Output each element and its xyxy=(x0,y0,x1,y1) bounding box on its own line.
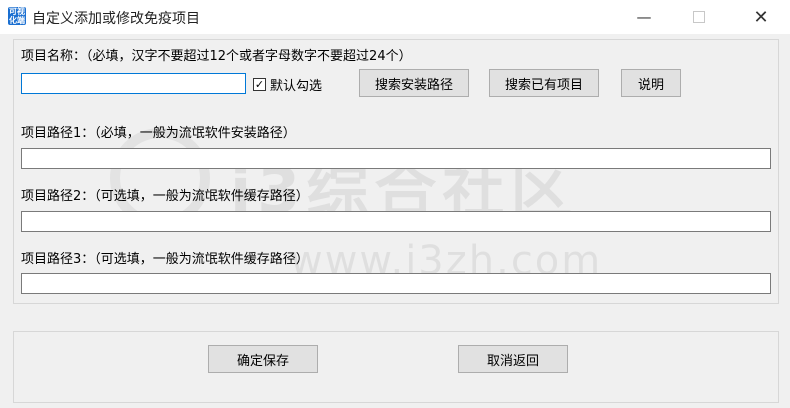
close-icon: ✕ xyxy=(753,6,769,28)
default-check-label: 默认勾选 xyxy=(270,79,323,94)
path2-label: 项目路径2：（可选填，一般为流氓软件缓存路径） xyxy=(21,189,309,204)
minimize-button[interactable]: — xyxy=(621,0,667,34)
path3-label: 项目路径3：（可选填，一般为流氓软件缓存路径） xyxy=(21,252,309,267)
close-button[interactable]: ✕ xyxy=(738,0,784,34)
title-bar[interactable]: 可视 化端 自定义添加或修改免疫项目 — ✕ xyxy=(0,0,790,34)
app-icon: 可视 化端 xyxy=(8,7,26,25)
search-existing-button[interactable]: 搜索已有项目 xyxy=(489,69,599,97)
checkbox-checked-icon[interactable]: ✓ xyxy=(253,78,266,91)
search-install-path-button[interactable]: 搜索安装路径 xyxy=(359,69,469,97)
app-icon-line-1: 可视 xyxy=(9,7,25,16)
path1-input[interactable] xyxy=(21,148,771,169)
path1-label: 项目路径1：（必填，一般为流氓软件安装路径） xyxy=(21,126,296,141)
default-check[interactable]: ✓ 默认勾选 xyxy=(253,75,322,94)
cancel-button[interactable]: 取消返回 xyxy=(458,345,568,373)
maximize-button[interactable] xyxy=(676,0,722,34)
window-title: 自定义添加或修改免疫项目 xyxy=(32,11,200,27)
project-name-input[interactable] xyxy=(21,73,246,94)
footer-group xyxy=(13,331,779,403)
minimize-icon: — xyxy=(636,8,652,26)
save-button[interactable]: 确定保存 xyxy=(208,345,318,373)
maximize-icon xyxy=(693,11,705,23)
help-button[interactable]: 说明 xyxy=(621,69,681,97)
app-icon-line-2: 化端 xyxy=(9,16,25,25)
project-name-label: 项目名称：（必填，汉字不要超过12个或者字母数字不要超过24个） xyxy=(21,49,412,64)
path2-input[interactable] xyxy=(21,211,771,232)
path3-input[interactable] xyxy=(21,273,771,294)
